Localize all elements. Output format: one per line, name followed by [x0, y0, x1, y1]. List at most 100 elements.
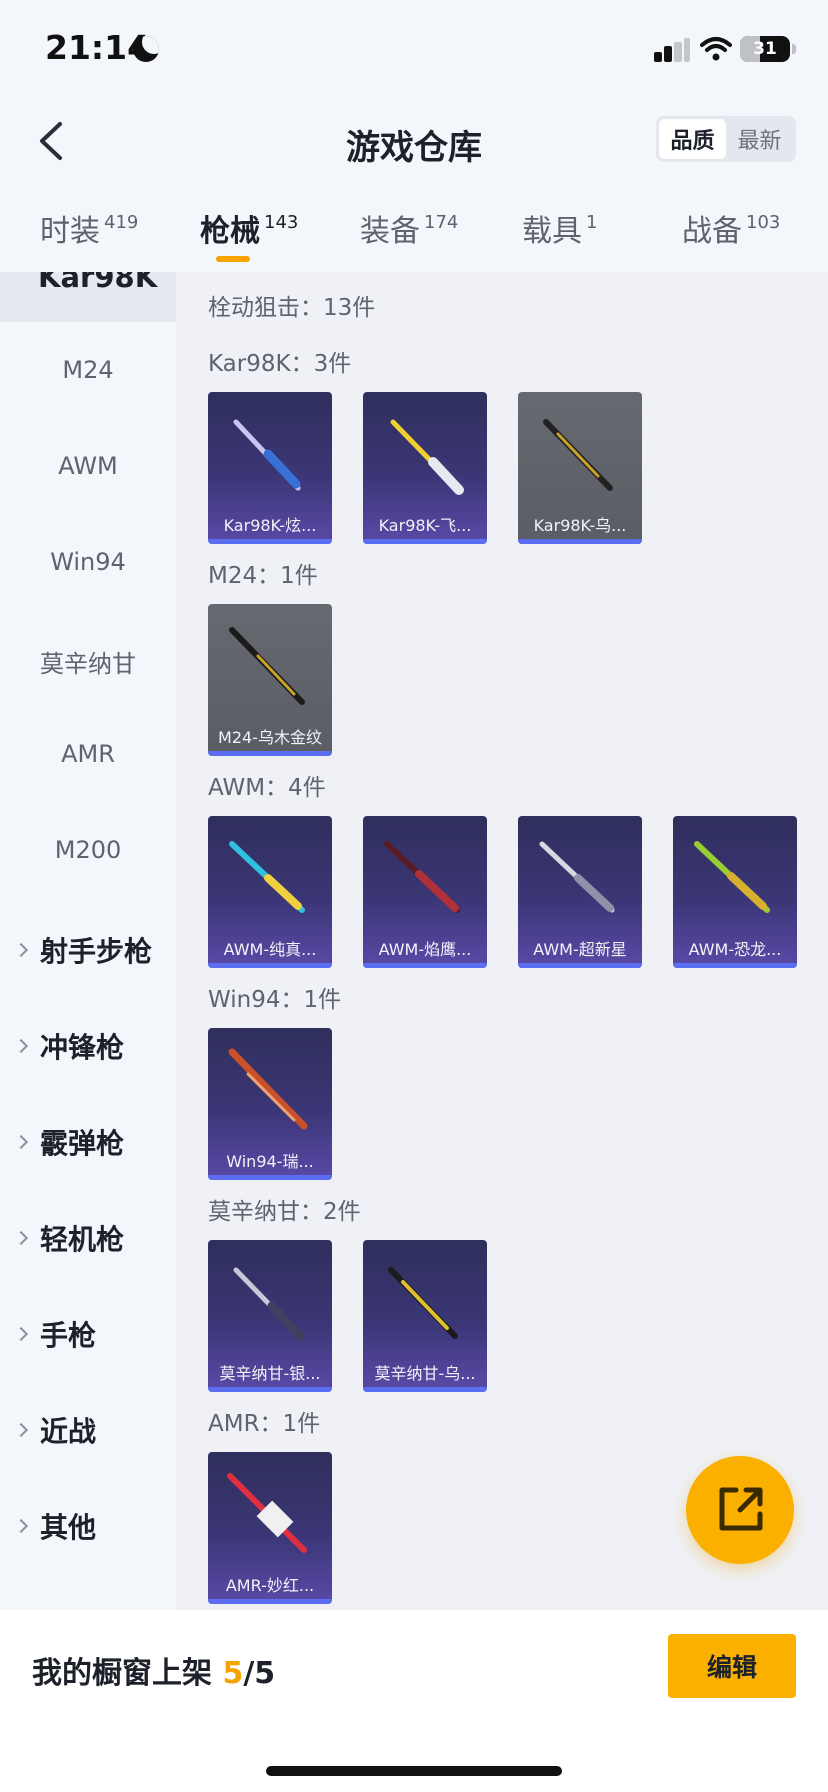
tab-count: 103	[746, 212, 781, 233]
rarity-strip	[208, 1175, 332, 1180]
sidebar-item-m200[interactable]: M200	[0, 836, 176, 864]
item-card[interactable]: Kar98K-乌...	[518, 392, 642, 544]
rifle-icon	[227, 1473, 307, 1553]
sidebar-group-shotgun[interactable]: 霰弹枪	[13, 1122, 125, 1162]
sidebar-item-amr[interactable]: AMR	[0, 740, 176, 768]
moon-icon	[133, 36, 159, 62]
group-label: 其他	[40, 1511, 97, 1544]
item-card[interactable]: Kar98K-炫...	[208, 392, 332, 544]
item-label: Kar98K-乌...	[533, 516, 627, 535]
item-card[interactable]: Kar98K-飞...	[363, 392, 487, 544]
tab-count: 143	[264, 212, 299, 233]
chevron-right-icon	[13, 1518, 29, 1534]
sort-option-quality[interactable]: 品质	[659, 119, 726, 159]
item-label: AWM-焰鹰...	[378, 940, 472, 959]
tab-fashion[interactable]: 时装 419	[40, 206, 138, 250]
battery-level: 31	[753, 39, 777, 59]
chevron-right-icon	[13, 1230, 29, 1246]
sidebar-group-lmg[interactable]: 轻机枪	[13, 1218, 125, 1258]
sidebar-item-win94[interactable]: Win94	[0, 548, 176, 576]
item-label: Kar98K-飞...	[378, 516, 472, 535]
sidebar-group-smg[interactable]: 冲锋枪	[13, 1026, 124, 1066]
tab-vehicles[interactable]: 载具 1	[522, 206, 597, 250]
tab-label: 载具	[522, 214, 582, 249]
rarity-strip	[518, 539, 642, 544]
sidebar-item-label: Kar98K	[38, 272, 158, 294]
item-card[interactable]: AWM-超新星	[518, 816, 642, 968]
item-label: M24-乌木金纹	[218, 728, 322, 747]
bottom-bar: 我的橱窗上架 5/5 编辑	[0, 1610, 828, 1792]
header: 游戏仓库 品质 最新	[0, 96, 828, 192]
item-label: 莫辛纳甘-银...	[219, 1364, 321, 1383]
tab-firearms[interactable]: 枪械 143	[200, 206, 298, 250]
rifle-icon	[388, 1267, 458, 1339]
shelf-label: 我的橱窗上架	[32, 1656, 212, 1691]
sidebar-group-marksman[interactable]: 射手步枪	[13, 930, 153, 970]
rifle-icon	[233, 419, 301, 491]
share-button[interactable]	[686, 1456, 794, 1564]
chevron-right-icon	[13, 1326, 29, 1342]
item-card[interactable]: AWM-焰鹰...	[363, 816, 487, 968]
item-label: AMR-妙红...	[225, 1576, 315, 1595]
sidebar-item-awm[interactable]: AWM	[0, 452, 176, 480]
active-tab-indicator	[216, 256, 250, 262]
sidebar-item-active[interactable]: Kar98K	[0, 272, 176, 322]
rifle-icon	[694, 841, 770, 913]
item-card[interactable]: Win94-瑞...	[208, 1028, 332, 1180]
rifle-icon	[229, 841, 305, 913]
item-card[interactable]: AMR-妙红...	[208, 1452, 332, 1604]
rarity-strip	[208, 751, 332, 756]
battery-icon: 31	[740, 36, 790, 62]
group-label: 霰弹枪	[40, 1127, 125, 1160]
group-label: 轻机枪	[40, 1223, 125, 1256]
sidebar-item-mosin[interactable]: 莫辛纳甘	[0, 644, 176, 679]
section-title: Kar98K：3件	[208, 351, 352, 377]
rarity-strip	[208, 1599, 332, 1604]
sort-option-newest[interactable]: 最新	[726, 119, 793, 159]
item-label: Kar98K-炫...	[223, 516, 317, 535]
item-card[interactable]: 莫辛纳甘-乌...	[363, 1240, 487, 1392]
rarity-strip	[208, 539, 332, 544]
rifle-icon	[539, 841, 615, 913]
edit-button[interactable]: 编辑	[668, 1634, 796, 1698]
item-label: Win94-瑞...	[226, 1152, 314, 1171]
chevron-right-icon	[13, 942, 29, 958]
status-bar: 21:14 31	[0, 0, 828, 96]
sidebar-group-melee[interactable]: 近战	[13, 1410, 97, 1450]
item-card[interactable]: M24-乌木金纹	[208, 604, 332, 756]
item-card[interactable]: AWM-纯真...	[208, 816, 332, 968]
tab-equipment[interactable]: 装备 174	[360, 206, 458, 250]
item-grid: 栓动狙击：13件 Kar98K：3件 Kar98K-炫... Kar98K-飞.…	[176, 272, 828, 1610]
rifle-icon	[229, 627, 305, 705]
category-tabs: 时装 419 枪械 143 装备 174 载具 1 战备 103	[0, 192, 828, 272]
tab-label: 装备	[360, 214, 420, 249]
share-export-icon	[719, 1487, 763, 1531]
rifle-icon	[384, 841, 460, 913]
sidebar-group-other[interactable]: 其他	[13, 1506, 97, 1546]
section-title: AWM：4件	[208, 775, 326, 801]
weapon-sidebar: Kar98K M24 AWM Win94 莫辛纳甘 AMR M200 射手步枪 …	[0, 272, 176, 1610]
section-title: M24：1件	[208, 563, 318, 589]
item-label: AWM-纯真...	[223, 940, 317, 959]
group-label: 射手步枪	[40, 935, 153, 968]
rifle-icon	[228, 1048, 308, 1130]
sidebar-item-m24[interactable]: M24	[0, 356, 176, 384]
chevron-right-icon	[13, 1134, 29, 1150]
tab-count: 174	[424, 212, 459, 233]
tab-supplies[interactable]: 战备 103	[682, 206, 780, 250]
rarity-strip	[208, 963, 332, 968]
group-label: 近战	[40, 1415, 97, 1448]
item-card[interactable]: 莫辛纳甘-银...	[208, 1240, 332, 1392]
chevron-right-icon	[13, 1422, 29, 1438]
item-label: AWM-恐龙...	[688, 940, 782, 959]
rifle-icon	[233, 1267, 305, 1341]
item-card[interactable]: AWM-恐龙...	[673, 816, 797, 968]
group-label: 手枪	[40, 1319, 97, 1352]
tab-label: 战备	[682, 214, 742, 249]
section-title: 莫辛纳甘：2件	[208, 1199, 361, 1225]
shelf-total: /5	[243, 1656, 276, 1691]
rarity-strip	[208, 1387, 332, 1392]
rarity-strip	[363, 1387, 487, 1392]
tab-count: 419	[104, 212, 139, 233]
sidebar-group-pistol[interactable]: 手枪	[13, 1314, 97, 1354]
